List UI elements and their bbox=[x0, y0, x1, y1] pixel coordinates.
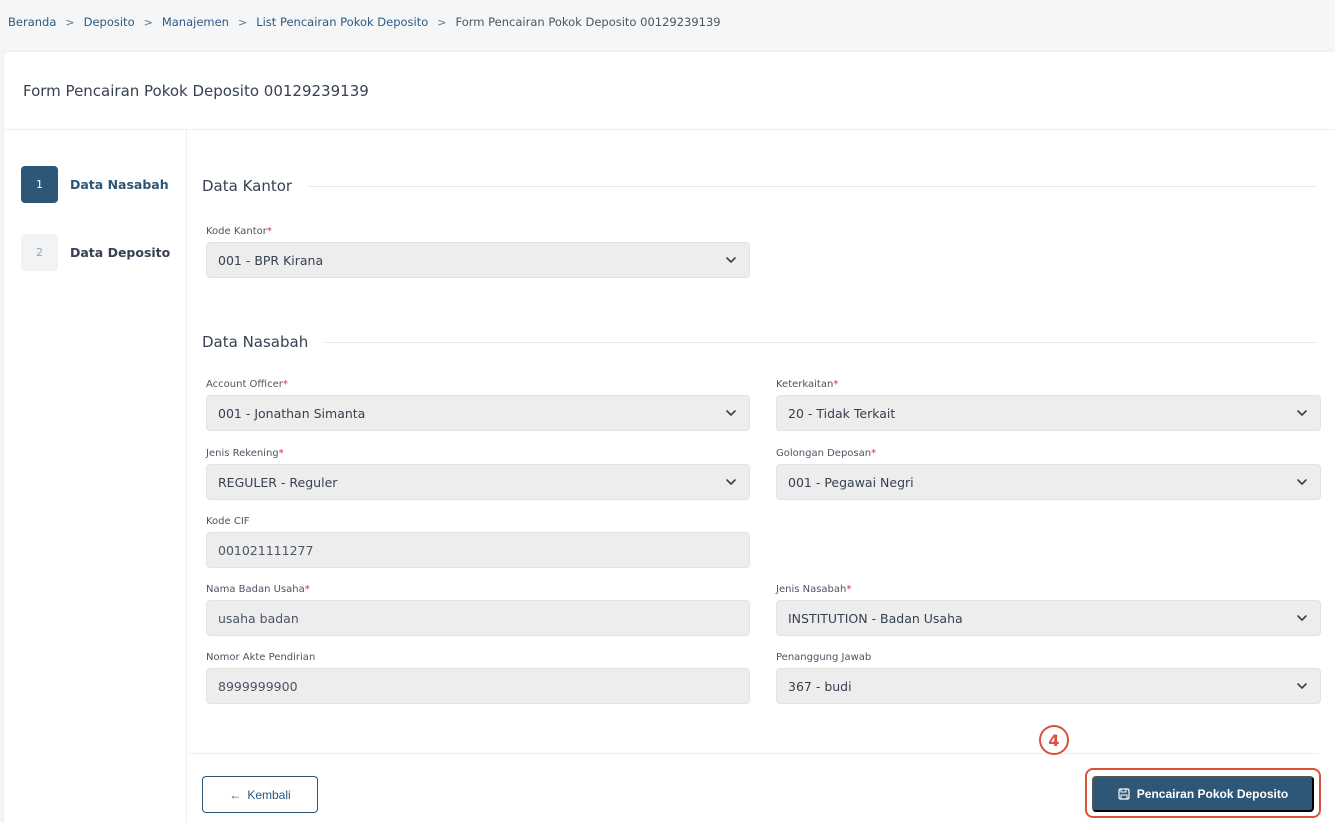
breadcrumb-link-list-pencairan[interactable]: List Pencairan Pokok Deposito bbox=[256, 15, 428, 29]
step-data-nasabah[interactable]: 1 Data Nasabah bbox=[21, 166, 169, 203]
section-title-text: Data Kantor bbox=[202, 177, 293, 195]
nama-badan-usaha-input[interactable]: usaha badan bbox=[206, 600, 750, 636]
field-label: Golongan Deposan* bbox=[776, 448, 877, 459]
step-label: Data Nasabah bbox=[70, 177, 169, 192]
golongan-deposan-select[interactable]: 001 - Pegawai Negri bbox=[776, 464, 1321, 500]
chevron-down-icon bbox=[726, 410, 736, 416]
field-penanggung-jawab: Penanggung Jawab 367 - budi bbox=[776, 652, 1321, 704]
field-golongan-deposan: Golongan Deposan* 001 - Pegawai Negri bbox=[776, 448, 1321, 500]
field-label: Keterkaitan* bbox=[776, 379, 839, 390]
field-label: Kode Kantor* bbox=[206, 226, 272, 237]
field-label: Kode CIF bbox=[206, 516, 250, 527]
account-officer-select[interactable]: 001 - Jonathan Simanta bbox=[206, 395, 750, 431]
breadcrumb-link-deposito[interactable]: Deposito bbox=[84, 15, 135, 29]
breadcrumb-separator: > bbox=[237, 15, 248, 29]
select-value: 001 - Pegawai Negri bbox=[788, 474, 914, 490]
breadcrumb-link-beranda[interactable]: Beranda bbox=[8, 15, 56, 29]
field-label: Jenis Rekening* bbox=[206, 448, 284, 459]
field-label: Penanggung Jawab bbox=[776, 652, 872, 663]
chevron-down-icon bbox=[1297, 410, 1307, 416]
callout-marker: 4 bbox=[1039, 725, 1069, 755]
select-value: 001 - Jonathan Simanta bbox=[218, 405, 366, 421]
chevron-down-icon bbox=[1297, 683, 1307, 689]
section-title-data-nasabah: Data Nasabah bbox=[202, 333, 1317, 351]
footer-divider bbox=[188, 753, 1319, 754]
field-label: Nama Badan Usaha* bbox=[206, 584, 310, 595]
section-divider bbox=[308, 185, 1317, 187]
select-value: INSTITUTION - Badan Usaha bbox=[788, 610, 963, 626]
field-keterkaitan: Keterkaitan* 20 - Tidak Terkait bbox=[776, 379, 1321, 431]
field-kode-kantor: Kode Kantor* 001 - BPR Kirana bbox=[206, 226, 750, 278]
chevron-down-icon bbox=[726, 479, 736, 485]
keterkaitan-select[interactable]: 20 - Tidak Terkait bbox=[776, 395, 1321, 431]
chevron-down-icon bbox=[1297, 615, 1307, 621]
submit-button-label: Pencairan Pokok Deposito bbox=[1136, 787, 1289, 801]
penanggung-jawab-select[interactable]: 367 - budi bbox=[776, 668, 1321, 704]
chevron-down-icon bbox=[1297, 479, 1307, 485]
field-nomor-akte-pendirian: Nomor Akte Pendirian 8999999900 bbox=[206, 652, 750, 704]
jenis-rekening-select[interactable]: REGULER - Reguler bbox=[206, 464, 750, 500]
breadcrumb: Beranda > Deposito > Manajemen > List Pe… bbox=[8, 15, 721, 29]
stepper: 1 Data Nasabah 2 Data Deposito bbox=[4, 130, 187, 822]
nomor-akte-input[interactable]: 8999999900 bbox=[206, 668, 750, 704]
form-card: Form Pencairan Pokok Deposito 0012923913… bbox=[4, 52, 1335, 822]
section-divider bbox=[324, 341, 1317, 343]
select-value: 367 - budi bbox=[788, 678, 852, 694]
section-title-text: Data Nasabah bbox=[202, 333, 309, 351]
save-icon bbox=[1118, 788, 1130, 800]
breadcrumb-separator: > bbox=[143, 15, 153, 29]
jenis-nasabah-select[interactable]: INSTITUTION - Badan Usaha bbox=[776, 600, 1321, 636]
breadcrumb-separator: > bbox=[65, 15, 75, 29]
input-value: 001021111277 bbox=[218, 542, 314, 558]
field-nama-badan-usaha: Nama Badan Usaha* usaha badan bbox=[206, 584, 750, 636]
select-value: 20 - Tidak Terkait bbox=[788, 405, 896, 421]
chevron-down-icon bbox=[726, 257, 736, 263]
select-value: 001 - BPR Kirana bbox=[218, 252, 324, 268]
step-number: 1 bbox=[21, 166, 58, 203]
field-jenis-rekening: Jenis Rekening* REGULER - Reguler bbox=[206, 448, 750, 500]
field-jenis-nasabah: Jenis Nasabah* INSTITUTION - Badan Usaha bbox=[776, 584, 1321, 636]
field-account-officer: Account Officer* 001 - Jonathan Simanta bbox=[206, 379, 750, 431]
breadcrumb-separator: > bbox=[437, 15, 447, 29]
back-button[interactable]: ← Kembali bbox=[202, 776, 318, 813]
field-label: Account Officer* bbox=[206, 379, 288, 390]
page-title: Form Pencairan Pokok Deposito 0012923913… bbox=[23, 81, 369, 100]
kode-cif-input[interactable]: 001021111277 bbox=[206, 532, 750, 568]
step-data-deposito[interactable]: 2 Data Deposito bbox=[21, 234, 170, 271]
input-value: usaha badan bbox=[218, 610, 299, 626]
kode-kantor-select[interactable]: 001 - BPR Kirana bbox=[206, 242, 750, 278]
breadcrumb-link-manajemen[interactable]: Manajemen bbox=[162, 15, 229, 29]
select-value: REGULER - Reguler bbox=[218, 474, 338, 490]
field-label: Nomor Akte Pendirian bbox=[206, 652, 316, 663]
field-kode-cif: Kode CIF 001021111277 bbox=[206, 516, 750, 568]
submit-pencairan-button[interactable]: Pencairan Pokok Deposito bbox=[1092, 776, 1314, 812]
breadcrumb-current: Form Pencairan Pokok Deposito 0012923913… bbox=[455, 15, 721, 29]
card-header: Form Pencairan Pokok Deposito 0012923913… bbox=[4, 52, 1335, 130]
field-label: Jenis Nasabah* bbox=[776, 584, 852, 595]
step-number: 2 bbox=[21, 234, 58, 271]
section-title-data-kantor: Data Kantor bbox=[202, 177, 1317, 195]
step-label: Data Deposito bbox=[70, 245, 171, 260]
input-value: 8999999900 bbox=[218, 678, 298, 694]
arrow-left-icon: ← bbox=[229, 787, 242, 802]
back-button-label: Kembali bbox=[247, 787, 291, 802]
